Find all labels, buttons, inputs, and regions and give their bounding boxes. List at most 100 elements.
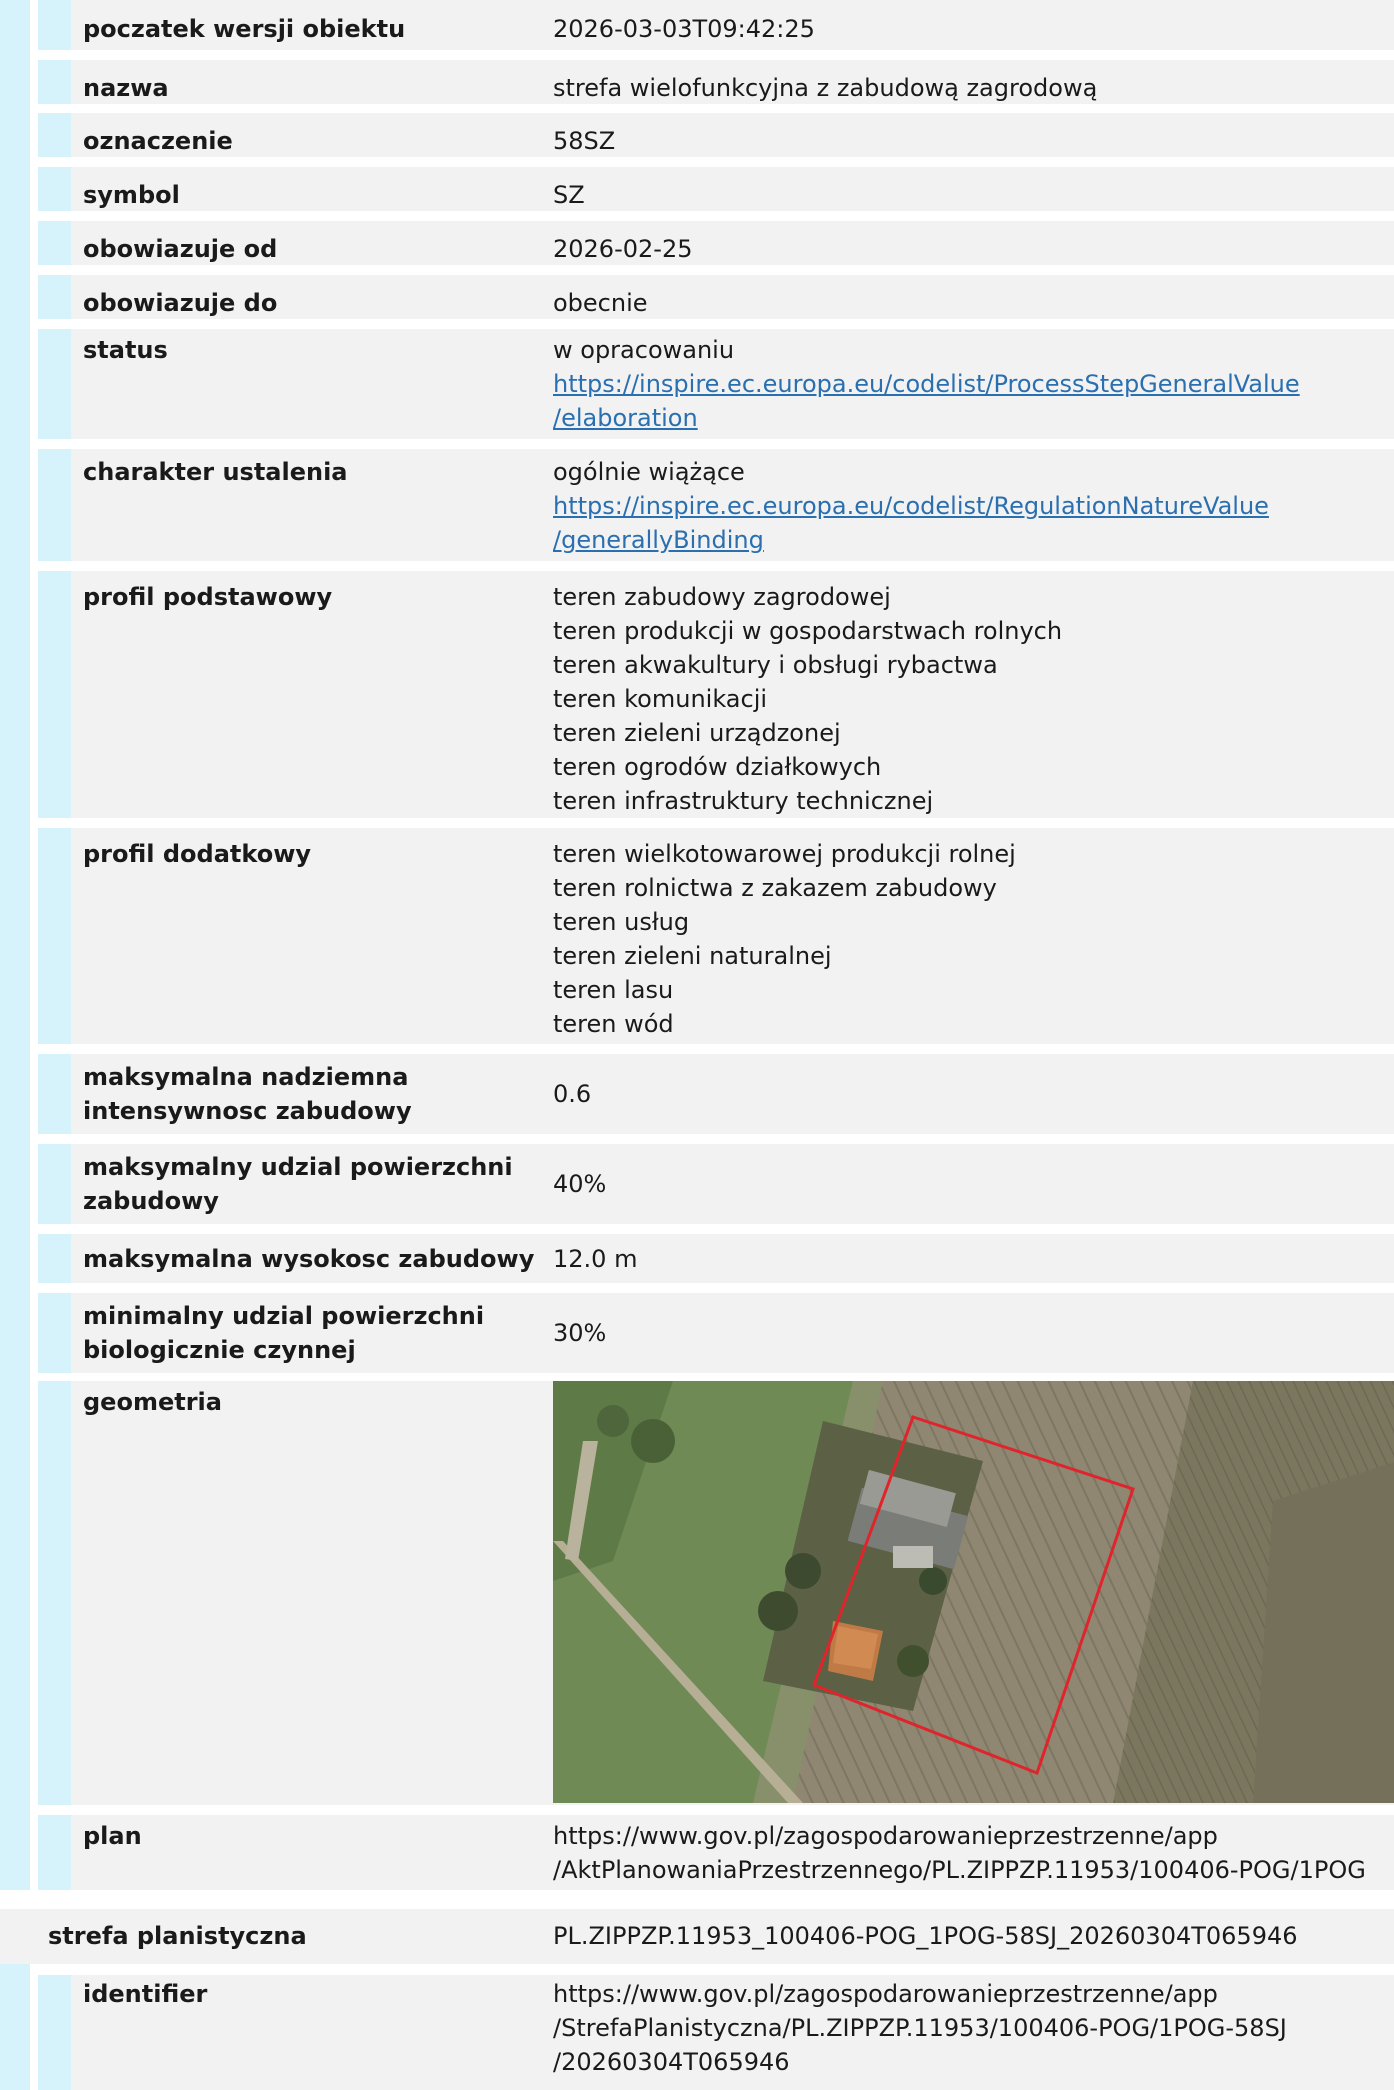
value-line: teren zieleni naturalnej <box>553 942 832 970</box>
row-oznaczenie: oznaczenie 58SZ <box>38 113 1394 157</box>
row-label: profil podstawowy <box>83 583 333 611</box>
row-indent <box>38 113 71 157</box>
row-nazwa: nazwa strefa wielofunkcyjna z zabudową z… <box>38 60 1394 104</box>
value-line: /AktPlanowaniaPrzestrzennego/PL.ZIPPZP.1… <box>553 1856 1366 1884</box>
label-line: zabudowy <box>83 1187 219 1215</box>
row-poczatek-wersji: poczatek wersji obiektu 2026-03-03T09:42… <box>38 0 1394 50</box>
value-line: 58SZ <box>553 127 616 155</box>
row-label: identifier <box>83 1980 208 2008</box>
row-value: https://www.gov.pl/zagospodarowanieprzes… <box>553 1977 1394 2079</box>
value-line: teren akwakultury i obsługi rybactwa <box>553 651 998 679</box>
row-indent <box>38 60 71 104</box>
value-line: /StrefaPlanistyczna/PL.ZIPPZP.11953/1004… <box>553 2014 1287 2042</box>
row-label: maksymalna wysokosc zabudowy <box>83 1244 535 1273</box>
charakter-codelist-link[interactable]: https://inspire.ec.europa.eu/codelist/Re… <box>553 489 1394 557</box>
row-label: obowiazuje od <box>83 235 278 263</box>
row-label: geometria <box>83 1388 222 1416</box>
row-value: teren zabudowy zagrodowej teren produkcj… <box>553 580 1394 818</box>
row-indent <box>38 449 71 561</box>
row-min-udzial-biologicznie: minimalny udzial powierzchni biologicznie… <box>38 1293 1394 1373</box>
row-label: maksymalny udzial powierzchni zabudowy <box>83 1144 553 1224</box>
value-line: teren produkcji w gospodarstwach rolnych <box>553 617 1063 645</box>
value-line: teren lasu <box>553 976 674 1004</box>
value-line: strefa wielofunkcyjna z zabudową zagrodo… <box>553 74 1098 102</box>
outer-indent-bar-2 <box>0 1964 30 2090</box>
label-line: maksymalna nadziemna <box>83 1063 409 1091</box>
value-line: teren wód <box>553 1010 674 1038</box>
value-line: 12.0 m <box>553 1244 638 1273</box>
value-line: w opracowaniu <box>553 336 735 364</box>
value-line: https://www.gov.pl/zagospodarowanieprzes… <box>553 1822 1218 1850</box>
link-line: https://inspire.ec.europa.eu/codelist/Pr… <box>553 370 1300 398</box>
row-profil-podstawowy: profil podstawowy teren zabudowy zagrodo… <box>38 571 1394 818</box>
strefa-value: PL.ZIPPZP.11953_100406-POG_1POG-58SJ_202… <box>553 1922 1298 1950</box>
row-value: SZ <box>553 178 1394 212</box>
value-line: https://www.gov.pl/zagospodarowanieprzes… <box>553 1980 1218 2008</box>
row-value: 30% <box>553 1293 1394 1373</box>
link-line: https://inspire.ec.europa.eu/codelist/Re… <box>553 492 1269 520</box>
row-profil-dodatkowy: profil dodatkowy teren wielkotowarowej p… <box>38 828 1394 1044</box>
row-value: 0.6 <box>553 1054 1394 1134</box>
geometry-map <box>553 1381 1394 1803</box>
value-line: teren komunikacji <box>553 685 768 713</box>
value-line: 2026-03-03T09:42:25 <box>553 15 815 43</box>
row-indent <box>38 221 71 265</box>
row-indent <box>38 0 71 50</box>
row-indent <box>38 1975 71 2090</box>
row-value: ogólnie wiążące https://inspire.ec.europ… <box>553 455 1394 557</box>
label-line: intensywnosc zabudowy <box>83 1097 412 1125</box>
value-line: ogólnie wiążące <box>553 458 745 486</box>
value-line: teren infrastruktury technicznej <box>553 787 934 815</box>
strefa-label: strefa planistyczna <box>48 1922 307 1950</box>
row-indent <box>38 167 71 211</box>
value-line: 30% <box>553 1319 607 1347</box>
row-identifier: identifier https://www.gov.pl/zagospodar… <box>38 1975 1394 2090</box>
row-value: strefa wielofunkcyjna z zabudową zagrodo… <box>553 71 1394 105</box>
value-line: obecnie <box>553 289 648 317</box>
label-line: minimalny udzial powierzchni <box>83 1302 485 1330</box>
row-indent <box>38 1054 71 1134</box>
row-indent <box>38 571 71 818</box>
status-codelist-link[interactable]: https://inspire.ec.europa.eu/codelist/Pr… <box>553 367 1394 435</box>
row-obowiazuje-od: obowiazuje od 2026-02-25 <box>38 221 1394 265</box>
value-line: teren rolnictwa z zakazem zabudowy <box>553 874 997 902</box>
row-indent <box>38 275 71 319</box>
row-label: nazwa <box>83 74 169 102</box>
row-value: 40% <box>553 1144 1394 1224</box>
row-indent <box>38 329 71 439</box>
value-line: 0.6 <box>553 1080 592 1108</box>
row-geometria: geometria <box>38 1381 1394 1805</box>
row-label: plan <box>83 1822 142 1850</box>
row-label: obowiazuje do <box>83 289 278 317</box>
row-value: teren wielkotowarowej produkcji rolnej t… <box>553 837 1394 1041</box>
row-max-wysokosc: maksymalna wysokosc zabudowy 12.0 m <box>38 1234 1394 1283</box>
row-value: https://www.gov.pl/zagospodarowanieprzes… <box>553 1819 1394 1887</box>
row-label: maksymalna nadziemna intensywnosc zabudow… <box>83 1054 553 1134</box>
row-indent <box>38 1144 71 1224</box>
value-line: teren zabudowy zagrodowej <box>553 583 891 611</box>
row-value: obecnie <box>553 286 1394 320</box>
row-label: profil dodatkowy <box>83 840 312 868</box>
row-indent <box>38 828 71 1044</box>
value-line: teren zieleni urządzonej <box>553 719 841 747</box>
link-line: /generallyBinding <box>553 526 764 554</box>
row-symbol: symbol SZ <box>38 167 1394 211</box>
row-label: status <box>83 336 168 364</box>
row-value: w opracowaniu https://inspire.ec.europa.… <box>553 333 1394 435</box>
label-line: maksymalny udzial powierzchni <box>83 1153 513 1181</box>
row-plan: plan https://www.gov.pl/zagospodarowanie… <box>38 1815 1394 1890</box>
row-max-udzial-powierzchni: maksymalny udzial powierzchni zabudowy 40… <box>38 1144 1394 1224</box>
value-line: teren wielkotowarowej produkcji rolnej <box>553 840 1016 868</box>
row-label: charakter ustalenia <box>83 458 348 486</box>
value-line: teren usług <box>553 908 690 936</box>
value-line: SZ <box>553 181 585 209</box>
row-label: symbol <box>83 181 180 209</box>
row-charakter-ustalenia: charakter ustalenia ogólnie wiążące http… <box>38 449 1394 561</box>
row-value: 2026-02-25 <box>553 232 1394 266</box>
value-line: /20260304T065946 <box>553 2048 790 2076</box>
row-indent <box>38 1293 71 1373</box>
row-value: 58SZ <box>553 124 1394 158</box>
row-obowiazuje-do: obowiazuje do obecnie <box>38 275 1394 319</box>
row-label: oznaczenie <box>83 127 233 155</box>
value-line: teren ogrodów działkowych <box>553 753 882 781</box>
